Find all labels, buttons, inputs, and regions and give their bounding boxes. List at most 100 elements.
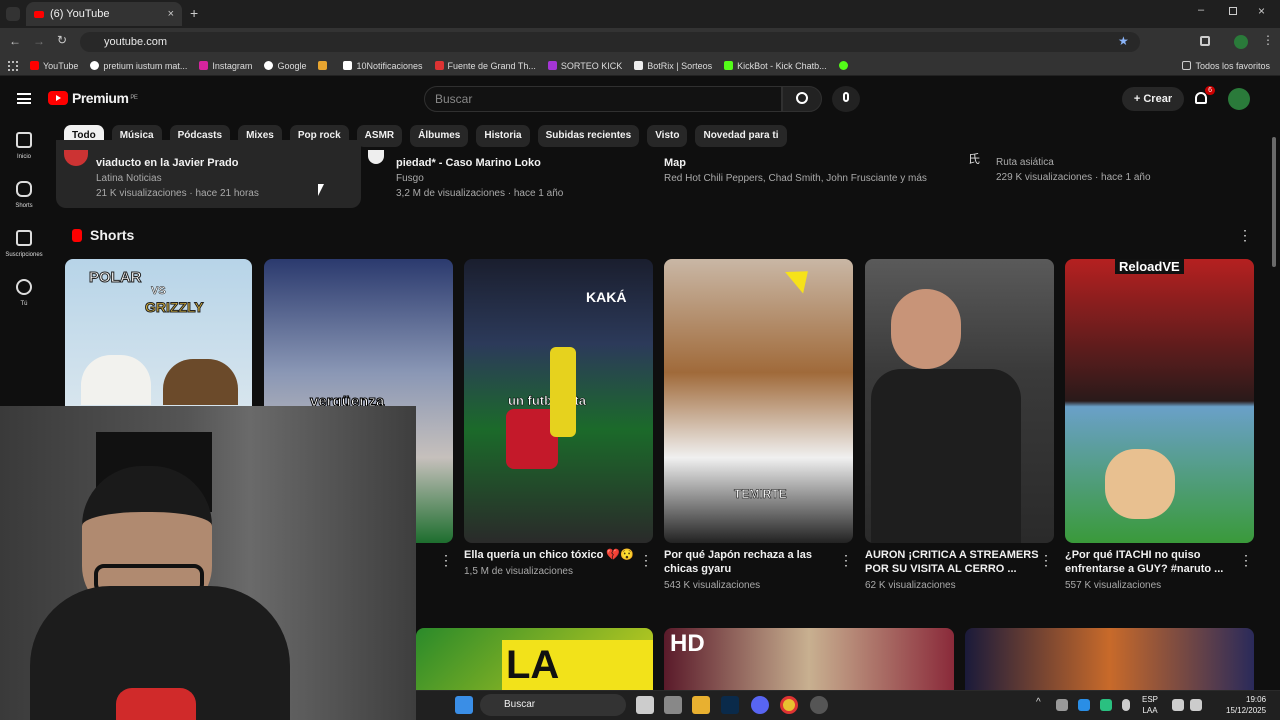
video-thumb-bottom-3[interactable] [965, 628, 1254, 690]
close-tab-icon[interactable]: × [168, 8, 174, 20]
new-tab-icon[interactable]: + [190, 5, 198, 21]
microphone [116, 688, 196, 720]
short-thumb-5[interactable] [865, 259, 1054, 543]
avatar[interactable] [1228, 88, 1250, 110]
channel-avatar[interactable]: ⽒ [968, 150, 986, 166]
mic-tray-icon[interactable] [1122, 699, 1130, 711]
taskbar-search[interactable]: Buscar [480, 694, 626, 716]
discord-icon[interactable] [751, 696, 769, 714]
bookmark-pinwheel[interactable] [318, 61, 331, 70]
onedrive-icon[interactable] [1078, 699, 1090, 711]
search-input[interactable]: Buscar [424, 86, 782, 112]
mic-icon [843, 92, 849, 102]
video-channel: Ruta asiática [996, 157, 1054, 168]
sidebar-item-shorts[interactable]: Shorts [0, 181, 48, 209]
app-icon[interactable] [664, 696, 682, 714]
language-indicator[interactable]: ESP LAA [1142, 694, 1158, 716]
short-info-5[interactable]: AURON ¡CRITICA A STREAMERS POR SU VISITA… [865, 548, 1043, 591]
bookmark-green[interactable] [838, 61, 852, 70]
video-item-2[interactable]: piedad* - Caso Marino Loko Fusgo 3,2 M d… [396, 157, 646, 199]
short-thumb-6[interactable]: ReloadVE [1065, 259, 1254, 543]
create-button[interactable]: + Crear [1122, 87, 1184, 111]
menu-kebab-icon[interactable]: ⋮ [1262, 33, 1274, 47]
url-field[interactable]: youtube.com [80, 32, 1140, 52]
sidebar-item-tu[interactable]: Tú [0, 279, 48, 307]
youtube-logo[interactable]: Premium PE [48, 90, 138, 106]
short-more-icon[interactable]: ⋮ [639, 553, 653, 567]
tray-chevron-icon[interactable]: ^ [1036, 697, 1041, 708]
video-thumb-bottom-2[interactable]: HD [664, 628, 954, 690]
windows-start-icon[interactable] [455, 696, 473, 714]
short-more-icon[interactable]: ⋮ [1239, 553, 1253, 567]
chip-asmr[interactable]: ASMR [356, 125, 403, 147]
video-title: Map [664, 157, 686, 169]
bookmark-fuente-gta[interactable]: Fuente de Grand Th... [434, 61, 536, 71]
network-icon[interactable] [1172, 699, 1184, 711]
system-clock[interactable]: 19:06 15/12/2025 [1226, 694, 1266, 716]
apps-icon[interactable] [8, 60, 18, 71]
close-window-icon[interactable]: × [1258, 4, 1265, 18]
bookmark-kickbot[interactable]: KickBot - Kick Chatb... [724, 61, 827, 71]
tray-icon[interactable] [1100, 699, 1112, 711]
chip-subidas-recientes[interactable]: Subidas recientes [537, 125, 640, 147]
bookmark-youtube[interactable]: YouTube [30, 61, 78, 71]
shorts-more-icon[interactable]: ⋮ [1238, 228, 1252, 242]
short-more-icon[interactable]: ⋮ [839, 553, 853, 567]
forward-icon[interactable]: → [33, 34, 45, 48]
chrome-icon[interactable] [780, 696, 798, 714]
short-more-icon[interactable]: ⋮ [1039, 553, 1053, 567]
voice-search-button[interactable] [832, 86, 860, 112]
chip-historia[interactable]: Historia [476, 125, 530, 147]
video-thumb-bottom-1[interactable]: LA RAM [416, 628, 653, 690]
short-info-3[interactable]: Ella quería un chico tóxico 💔😯 1,5 M de … [464, 548, 642, 577]
bookmark-instagram[interactable]: Instagram [199, 61, 252, 71]
sidebar-item-suscripciones[interactable]: Suscripciones [0, 230, 48, 258]
bookmark-botrix[interactable]: BotRix | Sorteos [634, 61, 712, 71]
search-button[interactable] [782, 86, 822, 112]
bookmark-sorteo-kick[interactable]: SORTEO KICK [547, 61, 622, 71]
scrollbar-thumb[interactable] [1272, 137, 1276, 267]
bookmark-10notificaciones[interactable]: 10Notificaciones [343, 61, 423, 71]
short-thumb-4[interactable]: TEMIRTE [664, 259, 853, 543]
bookmark-star-icon[interactable]: ★ [1118, 34, 1129, 48]
plus-icon: + [1133, 93, 1144, 105]
channel-avatar[interactable] [368, 150, 384, 164]
volume-icon[interactable] [1190, 699, 1202, 711]
video-item-3[interactable]: Map Red Hot Chili Peppers, Chad Smith, J… [664, 157, 954, 184]
chip-novedad[interactable]: Novedad para ti [695, 125, 787, 147]
app-icon[interactable] [810, 696, 828, 714]
chip-visto[interactable]: Visto [647, 125, 688, 147]
video-title: viaducto en la Javier Prado [96, 157, 239, 169]
short-more-icon[interactable]: ⋮ [439, 553, 453, 567]
extensions-icon[interactable] [1200, 36, 1210, 46]
chip-albumes[interactable]: Álbumes [410, 125, 469, 147]
video-item-1[interactable]: viaducto en la Javier Prado Latina Notic… [96, 157, 356, 199]
notification-badge: 6 [1205, 86, 1215, 95]
short-info-4[interactable]: Por qué Japón rechaza a las chicas gyaru… [664, 548, 842, 591]
short-overlay: VS [151, 285, 166, 298]
sidebar-item-inicio[interactable]: Inicio [0, 132, 48, 160]
profile-icon[interactable] [1234, 35, 1248, 49]
tab-list-icon[interactable] [6, 7, 20, 21]
lang-code: ESP [1142, 695, 1159, 704]
back-icon[interactable]: ← [9, 34, 21, 48]
shorts-icon [16, 181, 32, 197]
bookmark-google[interactable]: Google [264, 61, 306, 71]
all-bookmarks[interactable]: Todos los favoritos [1182, 61, 1270, 71]
bookmark-pretium[interactable]: pretium iustum mat... [90, 61, 187, 71]
tab-youtube[interactable]: (6) YouTube × [26, 2, 182, 26]
notifications-button[interactable]: 6 [1192, 86, 1215, 108]
restore-icon[interactable] [1229, 7, 1237, 15]
minimize-icon[interactable]: – [1198, 4, 1204, 16]
hamburger-menu-icon[interactable] [17, 93, 31, 104]
short-info-6[interactable]: ¿Por qué ITACHI no quiso enfrentarse a G… [1065, 548, 1243, 591]
photoshop-icon[interactable] [721, 696, 739, 714]
reload-icon[interactable]: ↻ [57, 33, 67, 47]
tray-icon[interactable] [1056, 699, 1068, 711]
short-thumb-3[interactable]: KAKÁ un futbolista [464, 259, 653, 543]
file-explorer-icon[interactable] [692, 696, 710, 714]
sidebar-label: Suscripciones [5, 252, 43, 258]
video-item-4[interactable]: Ruta asiática 229 K visualizaciones · ha… [996, 157, 1256, 183]
shorts-title: Shorts [90, 227, 135, 243]
task-view-icon[interactable] [636, 696, 654, 714]
